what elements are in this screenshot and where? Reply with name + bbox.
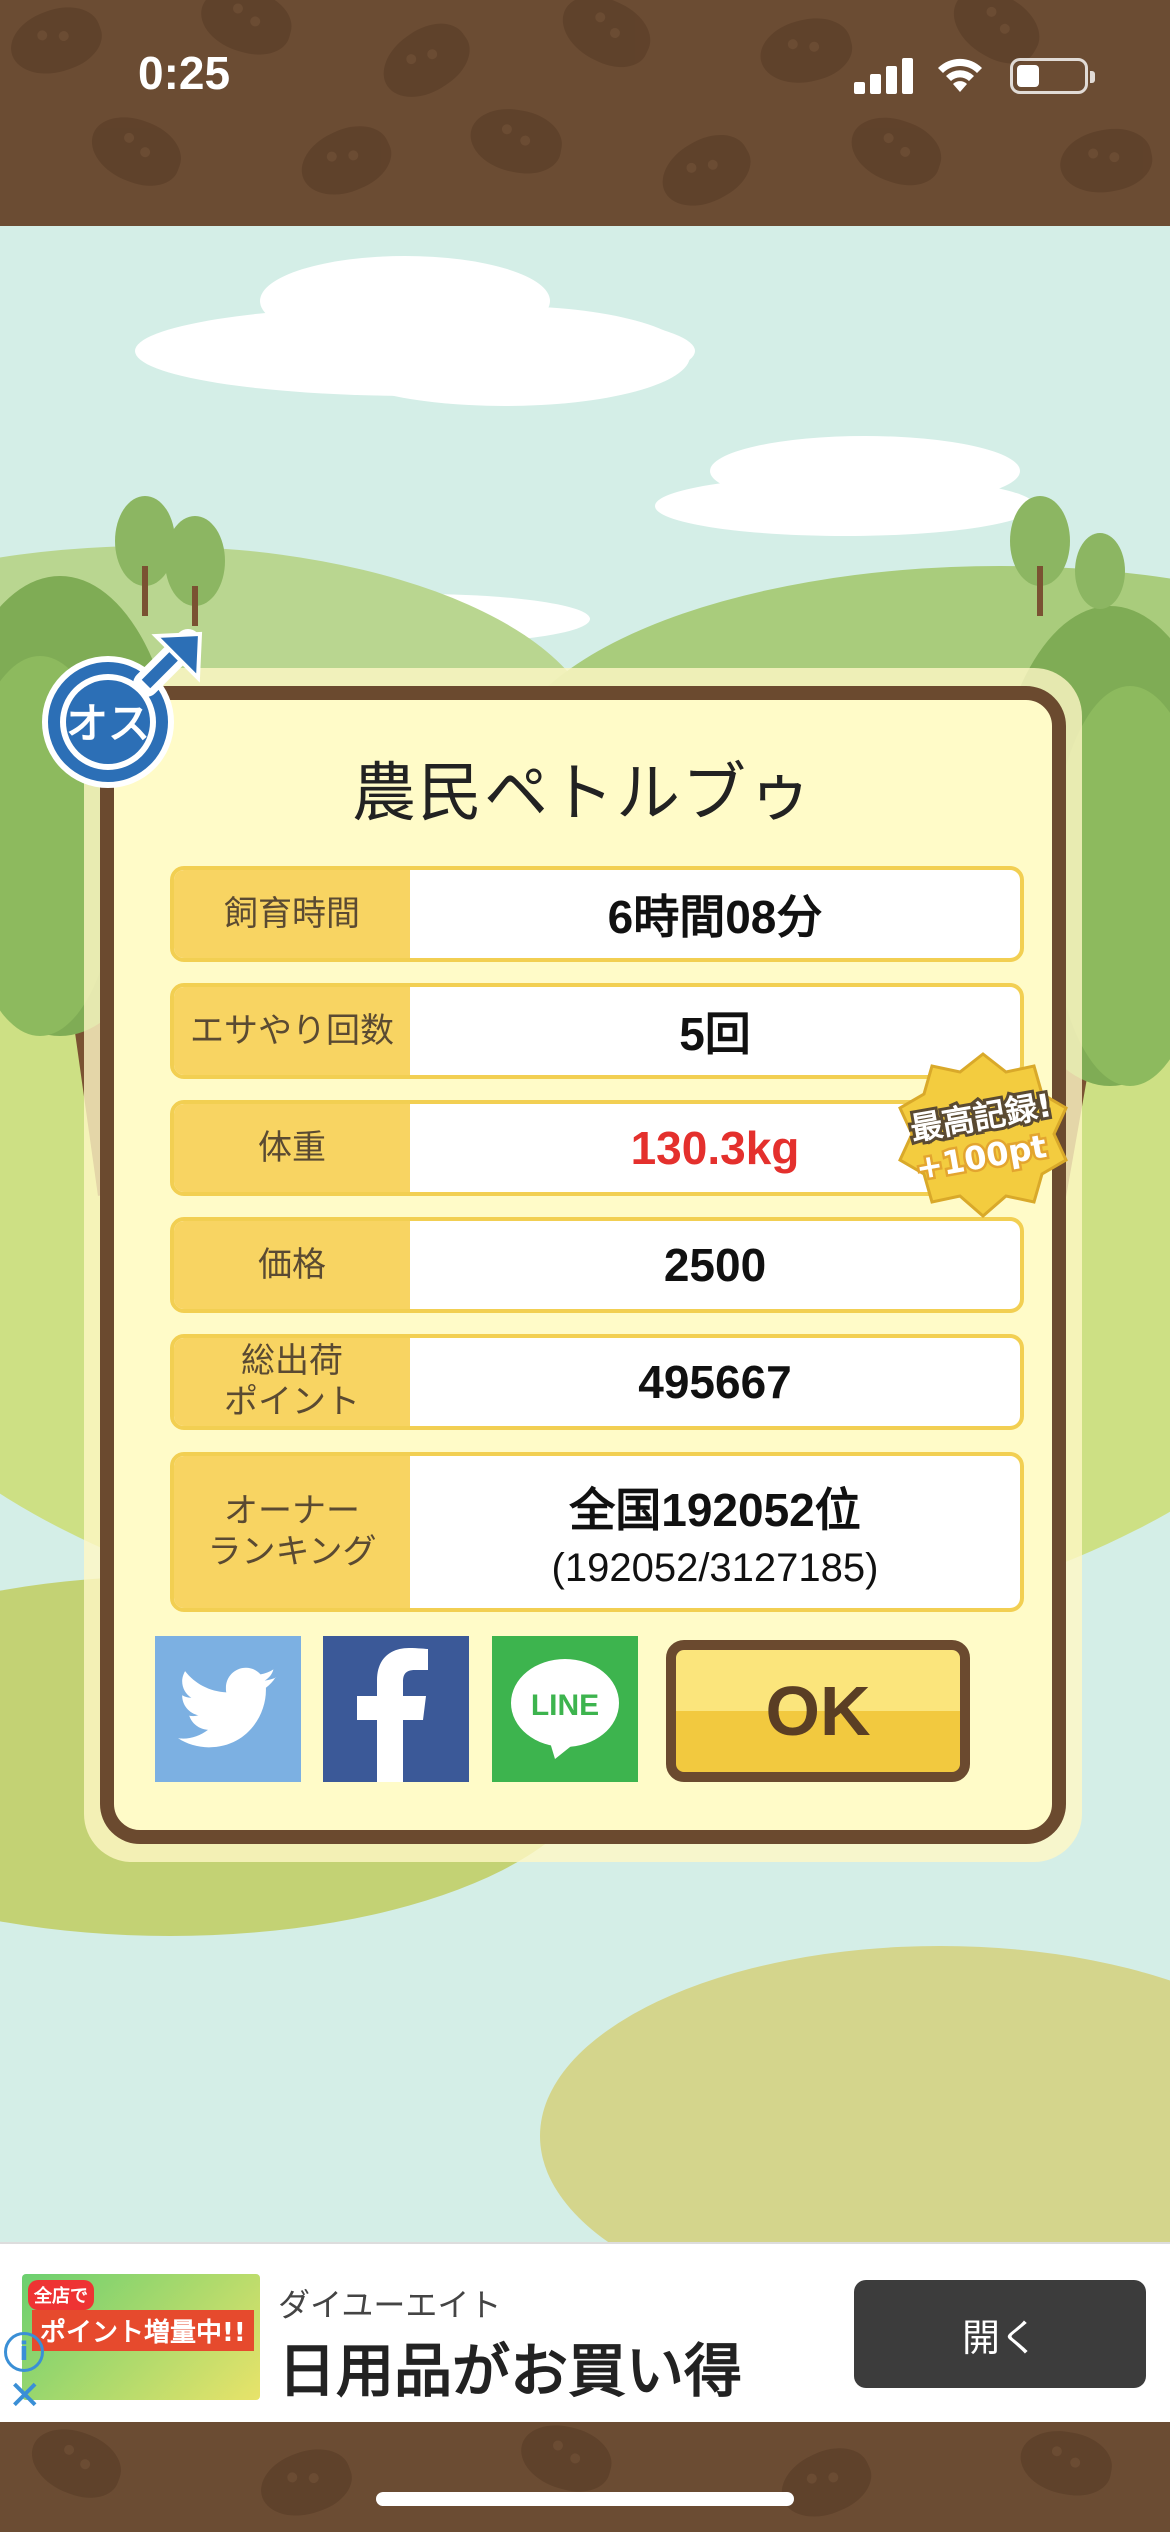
stat-label: オーナー ランキング: [174, 1456, 410, 1608]
twitter-bird-icon: [178, 1667, 277, 1748]
line-bubble-icon: LINE: [511, 1659, 619, 1759]
stat-value: 6時間08分: [607, 891, 823, 943]
facebook-share-button[interactable]: [323, 1636, 469, 1782]
stat-label: 体重: [174, 1104, 410, 1192]
record-badge: 最高記録! +100pt: [898, 1052, 1068, 1218]
stat-value: 2500: [663, 1239, 767, 1291]
ok-button[interactable]: OK: [666, 1640, 970, 1782]
stat-row-owner-ranking: オーナー ランキング 全国192052位 (192052/3127185): [170, 1452, 1024, 1612]
sex-label: オス: [66, 699, 150, 748]
pet-name-title: 農民ペトルブゥ: [352, 757, 814, 831]
ad-thumb-text-2: ポイント増量中!!: [32, 2310, 254, 2351]
line-label: LINE: [531, 1689, 599, 1722]
stat-row-shipping-points: 総出荷 ポイント 495667: [170, 1334, 1024, 1430]
ad-open-button[interactable]: 開く: [854, 2280, 1146, 2388]
top-pattern-band: [0, 0, 1170, 226]
status-time: 0:25: [138, 47, 231, 99]
small-trees-left: [115, 496, 225, 626]
twitter-share-button[interactable]: [155, 1636, 301, 1782]
stat-row-price: 価格 2500: [170, 1217, 1024, 1313]
ad-headline: 日用品がお買い得: [278, 2337, 743, 2405]
wifi-icon: [938, 58, 982, 92]
ranking-detail: (192052/3127185): [551, 1545, 879, 1590]
ad-thumb-text-1: 全店で: [28, 2280, 94, 2310]
stat-label: 飼育時間: [174, 870, 410, 958]
home-indicator[interactable]: [376, 2492, 794, 2506]
cellular-signal-icon: [854, 58, 914, 94]
battery-icon: [1010, 58, 1095, 94]
stat-value: 全国192052位 (192052/3127185): [410, 1456, 1020, 1608]
stat-row-breeding-time: 飼育時間 6時間08分: [170, 866, 1024, 962]
ad-thumbnail[interactable]: 全店で ポイント増量中!!: [22, 2274, 260, 2400]
stat-label: 総出荷 ポイント: [174, 1338, 410, 1426]
ad-banner[interactable]: 全店で ポイント増量中!! i ✕ ダイユーエイト 日用品がお買い得 開く: [0, 2242, 1170, 2422]
bottom-pattern-band: [0, 2422, 1170, 2532]
ad-advertiser: ダイユーエイト: [278, 2286, 502, 2324]
facebook-f-icon: [357, 1648, 428, 1782]
line-share-button[interactable]: LINE: [492, 1636, 638, 1782]
stat-label: 価格: [174, 1221, 410, 1309]
stat-label: エサやり回数: [174, 987, 410, 1075]
small-trees-right: [1010, 496, 1125, 616]
stat-value: 495667: [638, 1356, 792, 1408]
ad-close-icon[interactable]: ✕: [8, 2376, 42, 2416]
ad-info-icon[interactable]: i: [4, 2332, 44, 2372]
male-sex-badge: オス: [42, 629, 203, 788]
ranking-text: 全国192052位: [569, 1483, 861, 1536]
